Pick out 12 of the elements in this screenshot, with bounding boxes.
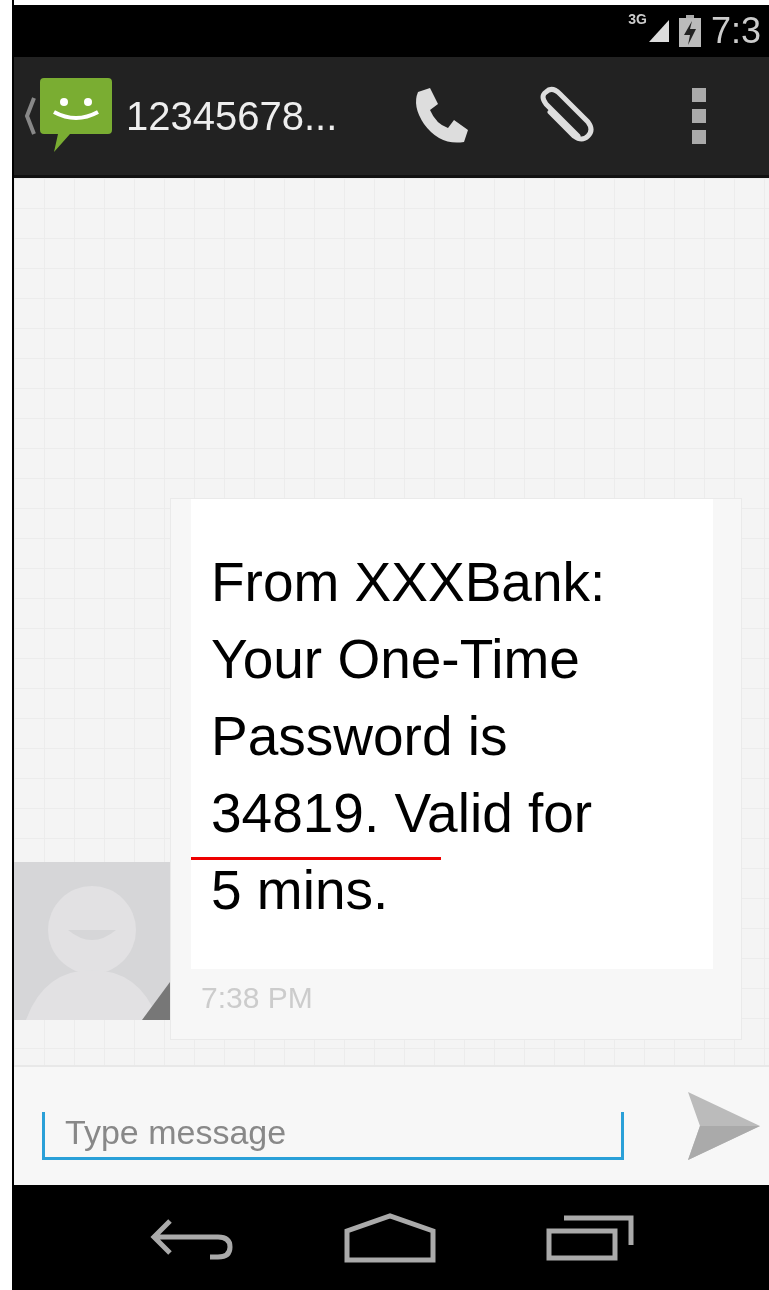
battery-icon bbox=[679, 15, 701, 47]
network-type: 3G bbox=[628, 11, 647, 27]
overflow-menu-icon[interactable] bbox=[692, 88, 706, 144]
signal-icon bbox=[649, 20, 669, 42]
message-smiley-icon bbox=[40, 78, 112, 152]
recent-apps-icon[interactable] bbox=[545, 1214, 634, 1261]
clock-time: 7:3 bbox=[711, 10, 763, 52]
message-text: From XXXBank: Your One-Time Password is 34819. Valid for 5 mins. bbox=[211, 550, 607, 923]
message-field[interactable]: Type message bbox=[42, 1112, 624, 1160]
contact-name: 12345678... bbox=[126, 93, 339, 139]
home-icon[interactable] bbox=[343, 1212, 436, 1263]
chevron-icon bbox=[24, 96, 36, 136]
